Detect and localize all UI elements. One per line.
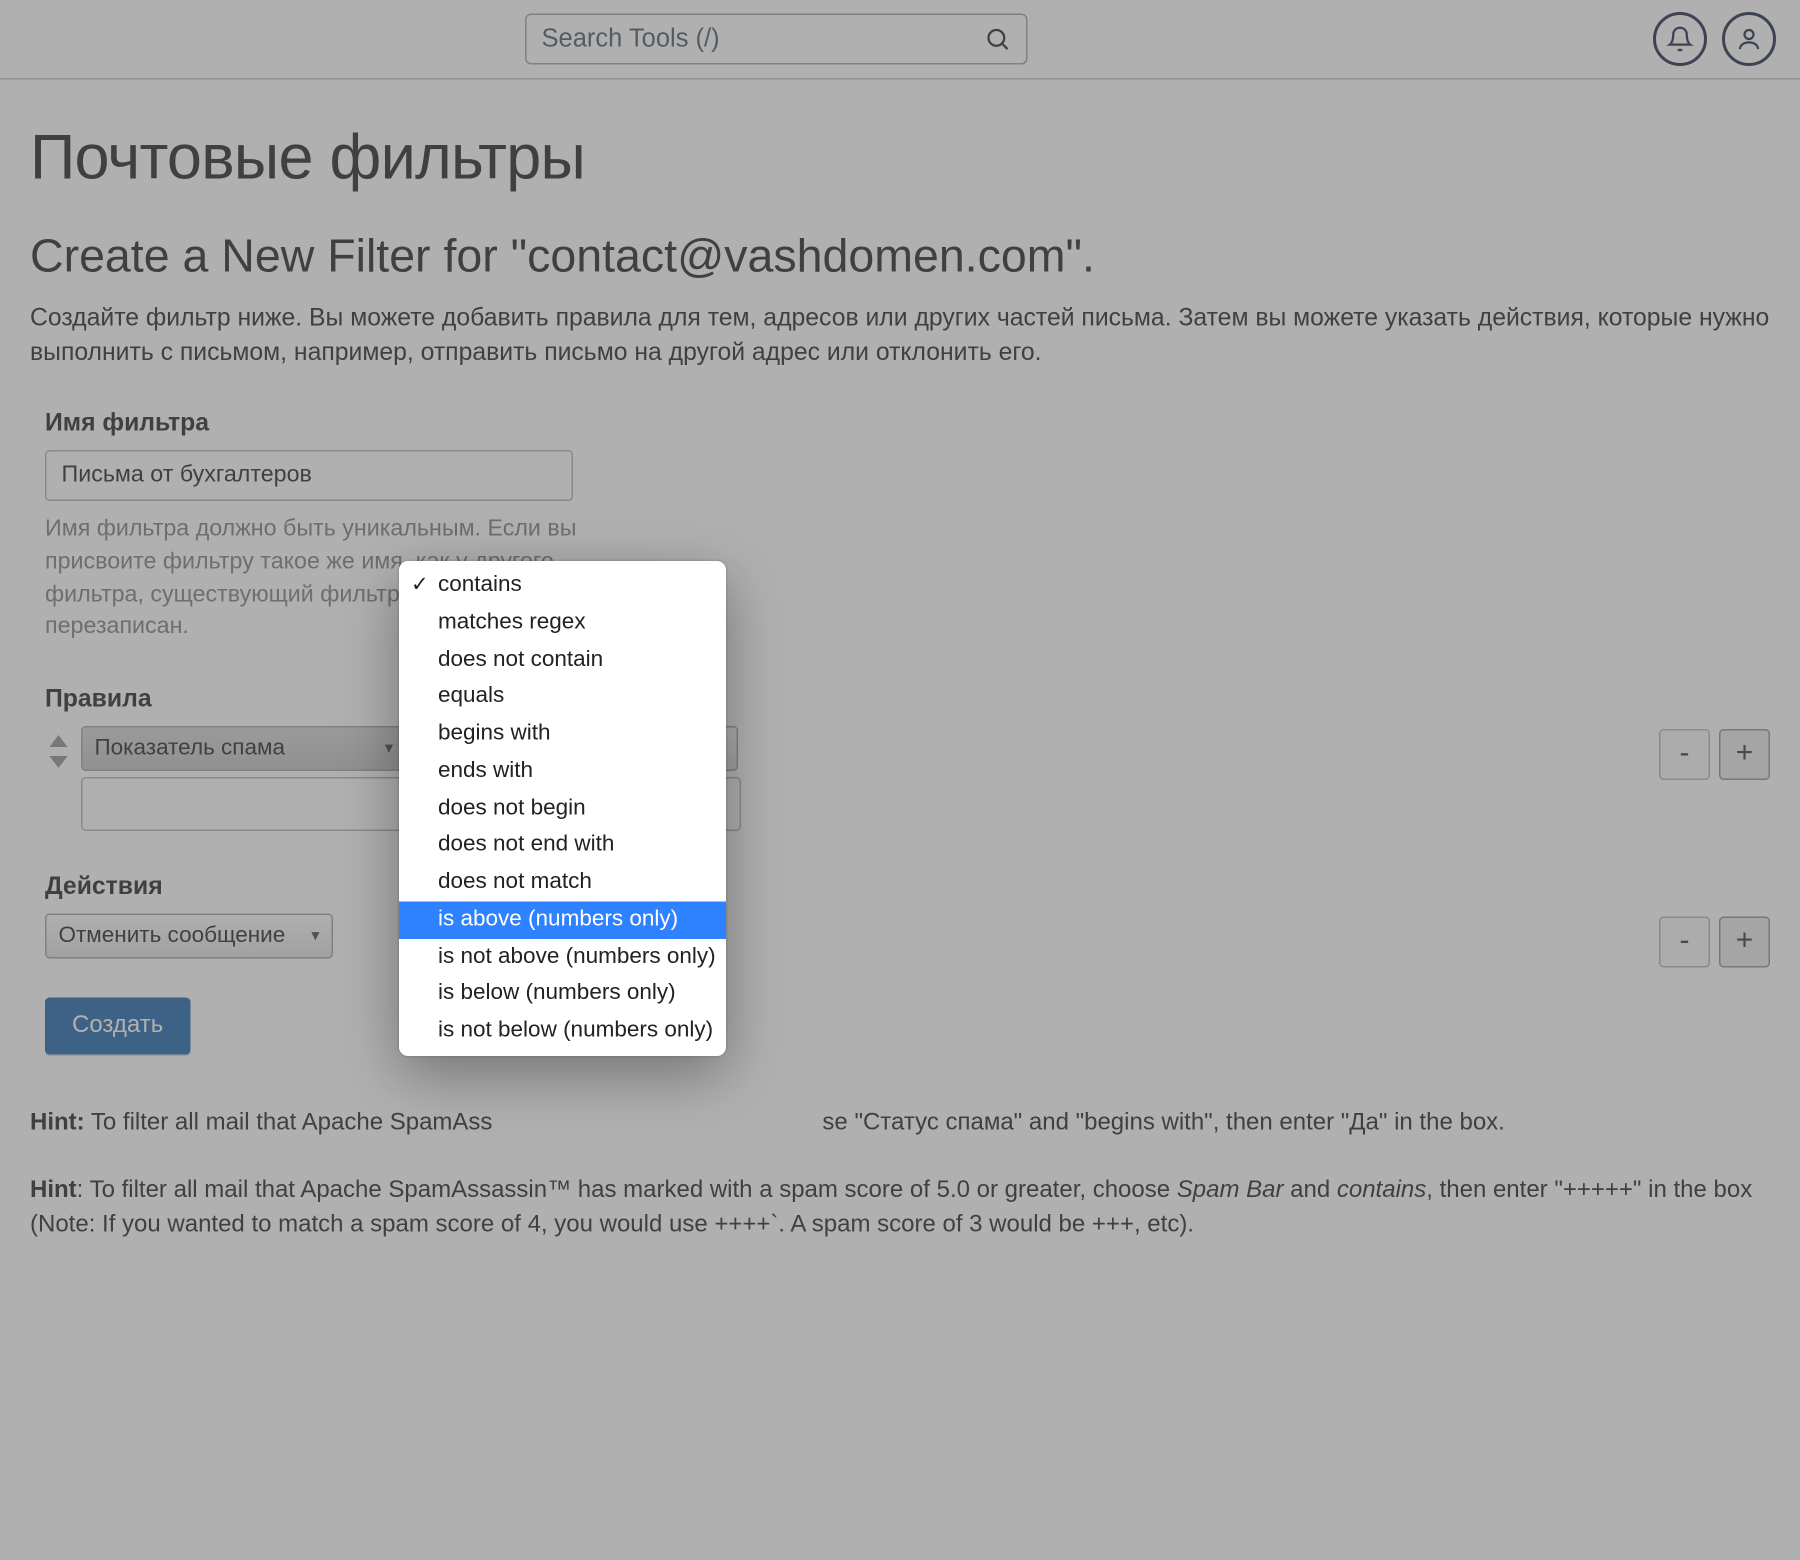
- search-input[interactable]: [542, 24, 985, 54]
- dropdown-option[interactable]: contains: [399, 567, 726, 604]
- dropdown-option[interactable]: does not begin: [399, 790, 726, 827]
- hint-1: Hint: To filter all mail that Apache Spa…: [30, 1105, 1770, 1140]
- rules-label: Правила: [45, 685, 1770, 714]
- rule-part-value: Показатель спама: [95, 736, 285, 762]
- rule-move-down[interactable]: [50, 756, 68, 768]
- rule-move-up[interactable]: [50, 735, 68, 747]
- action-select[interactable]: Отменить сообщение ▾: [45, 913, 333, 958]
- dropdown-option[interactable]: is not above (numbers only): [399, 938, 726, 975]
- dropdown-option[interactable]: is below (numbers only): [399, 975, 726, 1012]
- bell-icon: [1667, 26, 1694, 53]
- dropdown-option[interactable]: matches regex: [399, 604, 726, 641]
- action-row: Отменить сообщение ▾ - +: [45, 913, 1770, 967]
- rule-part-select[interactable]: Показатель спама ▾: [81, 726, 407, 771]
- actions-label: Действия: [45, 873, 1770, 902]
- chevron-down-icon: ▾: [385, 739, 393, 759]
- dropdown-option[interactable]: begins with: [399, 716, 726, 753]
- dropdown-option[interactable]: is above (numbers only): [399, 901, 726, 938]
- header: [0, 0, 1800, 80]
- dropdown-option[interactable]: does not match: [399, 864, 726, 901]
- page-subtitle: Create a New Filter for "contact@vashdom…: [30, 230, 1770, 284]
- account-button[interactable]: [1722, 12, 1776, 66]
- rule-add-button[interactable]: +: [1719, 729, 1770, 780]
- page-title: Почтовые фильтры: [30, 122, 1770, 194]
- search-icon: [984, 26, 1011, 53]
- dropdown-option[interactable]: is not below (numbers only): [399, 1013, 726, 1050]
- hint-2: Hint: To filter all mail that Apache Spa…: [30, 1173, 1770, 1243]
- action-value: Отменить сообщение: [59, 923, 286, 949]
- notifications-button[interactable]: [1653, 12, 1707, 66]
- filter-name-input[interactable]: [45, 450, 573, 501]
- dropdown-option[interactable]: does not end with: [399, 827, 726, 864]
- rule-operator-dropdown[interactable]: containsmatches regexdoes not containequ…: [399, 561, 726, 1056]
- rule-row: Показатель спама ▾ ▾ - +: [45, 726, 1770, 831]
- rule-remove-button[interactable]: -: [1659, 729, 1710, 780]
- dropdown-option[interactable]: equals: [399, 678, 726, 715]
- dropdown-option[interactable]: does not contain: [399, 641, 726, 678]
- page-description: Создайте фильтр ниже. Вы можете добавить…: [30, 302, 1770, 371]
- dropdown-option[interactable]: ends with: [399, 753, 726, 790]
- filter-name-label: Имя фильтра: [45, 410, 1770, 439]
- action-remove-button[interactable]: -: [1659, 916, 1710, 967]
- create-button[interactable]: Создать: [45, 997, 190, 1054]
- chevron-down-icon: ▾: [311, 926, 319, 946]
- action-add-button[interactable]: +: [1719, 916, 1770, 967]
- user-icon: [1736, 26, 1763, 53]
- search-field[interactable]: [525, 14, 1028, 65]
